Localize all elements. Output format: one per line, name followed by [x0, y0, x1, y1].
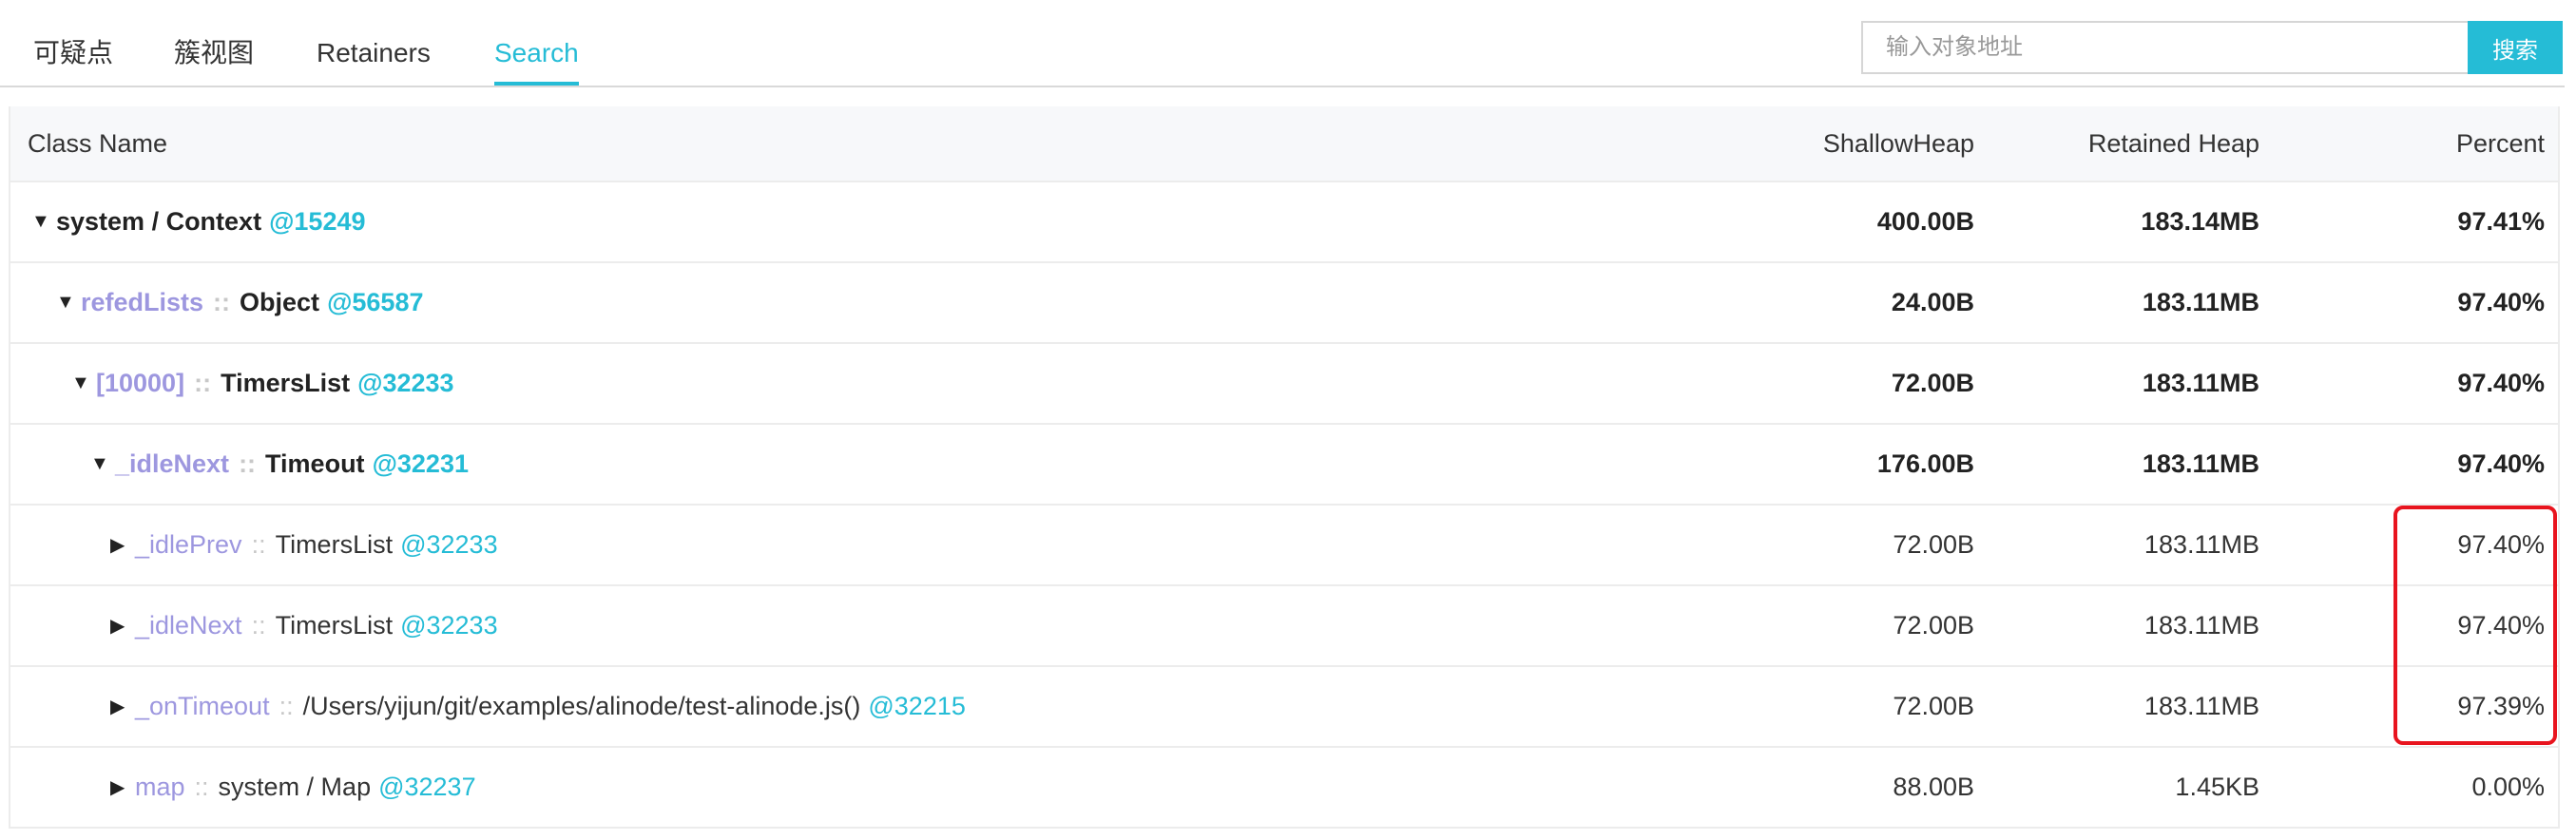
shallow-heap-cell: 88.00B: [1893, 773, 1974, 801]
table-row[interactable]: ▶ _idlePrev:: TimersList @32233 72.00B 183.11…: [10, 506, 2558, 586]
search-button[interactable]: 搜索: [2468, 21, 2563, 74]
header-retained-heap[interactable]: Retained Heap: [2088, 106, 2259, 181]
class-name-cell: ▶ _idleNext:: TimersList @32233: [110, 586, 498, 665]
class-name: /Users/yijun/git/examples/alinode/test-a…: [302, 692, 861, 720]
field-name: map: [135, 773, 185, 801]
expand-triangle-icon[interactable]: ▶: [110, 533, 135, 557]
retained-heap-cell: 183.14MB: [2141, 207, 2259, 236]
class-name-cell: ▼ _idleNext:: Timeout @32231: [90, 425, 469, 504]
separator: ::: [239, 449, 257, 478]
field-name: _idlePrev: [135, 530, 242, 559]
shallow-heap-cell: 176.00B: [1876, 449, 1974, 478]
table-row[interactable]: ▼ system / Context @15249 400.00B 183.14MB 97…: [10, 182, 2558, 263]
class-name-cell: ▼ refedLists:: Object @56587: [56, 263, 423, 342]
field-name: [10000]: [96, 369, 185, 397]
object-address[interactable]: @32233: [357, 369, 453, 398]
shallow-heap-cell: 72.00B: [1891, 369, 1974, 397]
separator: ::: [251, 530, 266, 559]
retained-heap-cell: 1.45KB: [2175, 773, 2259, 801]
class-name: system / Map: [218, 773, 372, 801]
header-class-name[interactable]: Class Name: [28, 106, 167, 181]
expand-triangle-icon[interactable]: ▶: [110, 775, 135, 799]
object-address[interactable]: @56587: [327, 288, 423, 317]
object-address[interactable]: @32233: [400, 611, 498, 640]
retained-heap-cell: 183.11MB: [2143, 530, 2259, 559]
retained-heap-cell: 183.11MB: [2143, 692, 2259, 720]
object-address[interactable]: @32231: [373, 449, 469, 479]
class-name: system / Context: [56, 207, 262, 236]
class-name: Object: [240, 288, 320, 316]
retained-heap-cell: 183.11MB: [2142, 449, 2259, 478]
heap-table: Class Name ShallowHeap Retained Heap Per…: [9, 106, 2560, 829]
field-name: _onTimeout: [135, 692, 270, 720]
retained-heap-cell: 183.11MB: [2142, 288, 2259, 316]
expand-triangle-icon[interactable]: ▶: [110, 614, 135, 638]
collapse-triangle-icon[interactable]: ▼: [90, 453, 115, 475]
shallow-heap-cell: 72.00B: [1893, 611, 1974, 640]
class-name-cell: ▼ system / Context @15249: [31, 182, 366, 261]
separator: ::: [251, 611, 266, 640]
table-row[interactable]: ▼ _idleNext:: Timeout @32231 176.00B 183.11MB…: [10, 425, 2558, 506]
class-name: TimersList: [221, 369, 351, 397]
shallow-heap-cell: 72.00B: [1893, 530, 1974, 559]
table-row[interactable]: ▼ refedLists:: Object @56587 24.00B 183.11MB 9…: [10, 263, 2558, 344]
class-name: TimersList: [275, 611, 394, 640]
percent-cell: 97.40%: [2457, 369, 2545, 397]
tab-cluster-view[interactable]: 簇视图: [174, 34, 254, 72]
field-name: _idleNext: [115, 449, 230, 478]
separator: ::: [194, 773, 209, 801]
object-address-input[interactable]: [1861, 21, 2468, 74]
header-shallow-heap[interactable]: ShallowHeap: [1823, 106, 1974, 181]
percent-cell: 97.40%: [2457, 449, 2545, 478]
class-name: TimersList: [275, 530, 394, 559]
search-bar: 搜索: [1861, 21, 2563, 74]
separator: ::: [213, 288, 231, 316]
separator: ::: [194, 369, 212, 397]
table-row[interactable]: ▶ _idleNext:: TimersList @32233 72.00B 183.11…: [10, 586, 2558, 667]
table-header: Class Name ShallowHeap Retained Heap Per…: [10, 106, 2558, 182]
class-name-cell: ▶ map:: system / Map @32237: [110, 748, 476, 827]
table-row[interactable]: ▶ map:: system / Map @32237 88.00B 1.45KB 0.00…: [10, 748, 2558, 829]
collapse-triangle-icon[interactable]: ▼: [31, 211, 56, 233]
field-name: _idleNext: [135, 611, 242, 640]
tab-search[interactable]: Search: [494, 34, 579, 86]
object-address[interactable]: @15249: [269, 207, 365, 237]
class-name-cell: ▼ [10000]:: TimersList @32233: [71, 344, 454, 423]
tab-suspicious-points[interactable]: 可疑点: [33, 34, 113, 72]
object-address[interactable]: @32233: [400, 530, 498, 560]
tab-retainers[interactable]: Retainers: [317, 34, 431, 72]
class-name-cell: ▶ _idlePrev:: TimersList @32233: [110, 506, 498, 584]
separator: ::: [279, 692, 294, 720]
highlight-annotation-box: [2393, 506, 2557, 745]
retained-heap-cell: 183.11MB: [2143, 611, 2259, 640]
class-name: Timeout: [265, 449, 365, 478]
collapse-triangle-icon[interactable]: ▼: [56, 292, 81, 314]
header-percent[interactable]: Percent: [2456, 106, 2545, 181]
shallow-heap-cell: 400.00B: [1876, 207, 1974, 236]
retained-heap-cell: 183.11MB: [2142, 369, 2259, 397]
table-row[interactable]: ▼ [10000]:: TimersList @32233 72.00B 183.11MB…: [10, 344, 2558, 425]
shallow-heap-cell: 72.00B: [1893, 692, 1974, 720]
object-address[interactable]: @32237: [378, 773, 476, 802]
percent-cell: 0.00%: [2471, 773, 2545, 801]
expand-triangle-icon[interactable]: ▶: [110, 695, 135, 718]
class-name-cell: ▶ _onTimeout::/Users/yijun/git/examples/a…: [110, 667, 966, 746]
object-address[interactable]: @32215: [868, 692, 966, 721]
percent-cell: 97.41%: [2457, 207, 2545, 236]
field-name: refedLists: [81, 288, 204, 316]
table-row[interactable]: ▶ _onTimeout::/Users/yijun/git/examples/a…: [10, 667, 2558, 748]
collapse-triangle-icon[interactable]: ▼: [71, 372, 96, 394]
percent-cell: 97.40%: [2457, 288, 2545, 316]
shallow-heap-cell: 24.00B: [1891, 288, 1974, 316]
